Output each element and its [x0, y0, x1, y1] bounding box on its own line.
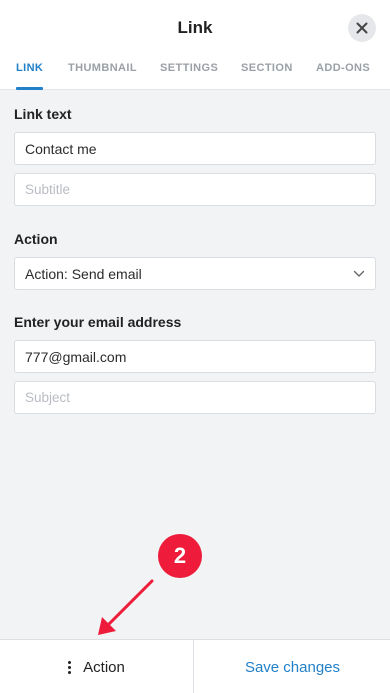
- more-vertical-icon: [68, 660, 72, 674]
- save-changes-button[interactable]: Save changes: [195, 640, 390, 693]
- action-select[interactable]: Action: Send email: [14, 257, 376, 290]
- action-menu-label: Action: [83, 658, 125, 676]
- tab-thumbnail[interactable]: THUMBNAIL: [68, 58, 137, 90]
- close-icon: [356, 22, 368, 34]
- action-select-value: Action: Send email: [25, 265, 142, 282]
- tab-section[interactable]: SECTION: [241, 58, 293, 90]
- link-text-input[interactable]: Contact me: [14, 132, 376, 165]
- chevron-down-icon: [353, 270, 365, 277]
- tab-link[interactable]: LINK: [16, 58, 44, 90]
- subject-input[interactable]: Subject: [14, 381, 376, 414]
- action-menu-button[interactable]: Action: [0, 640, 194, 693]
- close-button[interactable]: [348, 14, 376, 42]
- panel-title: Link: [177, 18, 213, 37]
- panel-header: Link LINK THUMBNAIL SETTINGS SECTION ADD…: [0, 0, 390, 90]
- subtitle-input[interactable]: Subtitle: [14, 173, 376, 206]
- tab-bar: LINK THUMBNAIL SETTINGS SECTION ADD-ONS: [0, 58, 390, 90]
- email-input[interactable]: 777@gmail.com: [14, 340, 376, 373]
- step-badge: 2: [158, 534, 202, 578]
- annotation-arrow-icon: [98, 579, 154, 635]
- tab-add-ons[interactable]: ADD-ONS: [316, 58, 370, 90]
- email-label: Enter your email address: [14, 314, 182, 330]
- tab-settings[interactable]: SETTINGS: [160, 58, 218, 90]
- action-label: Action: [14, 231, 58, 247]
- footer-bar: Action Save changes: [0, 639, 390, 693]
- link-text-label: Link text: [14, 106, 72, 122]
